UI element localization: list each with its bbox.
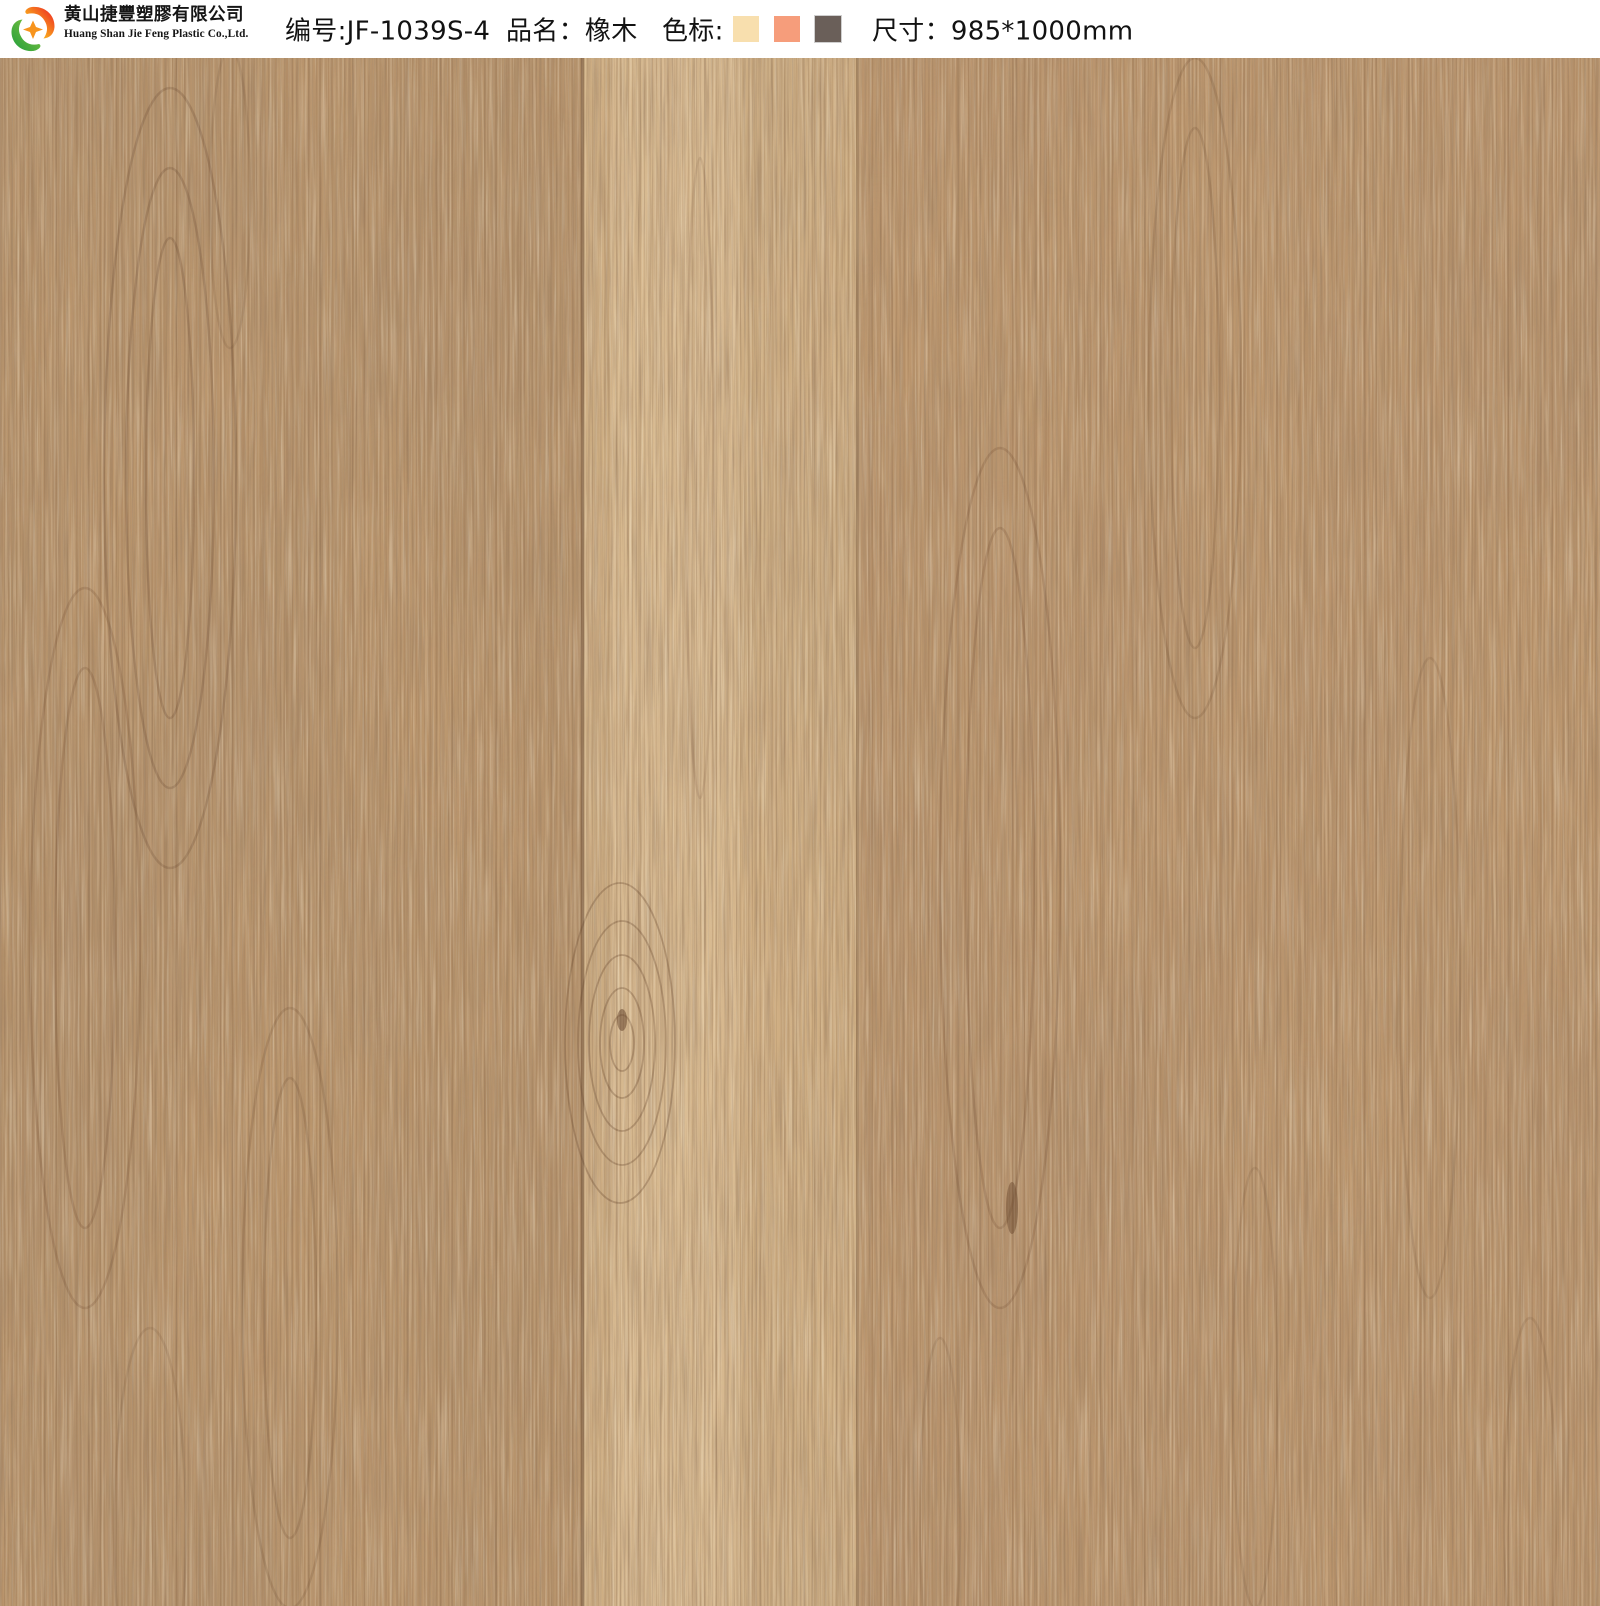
wood-sample-image [0, 58, 1600, 1606]
swatch-salmon [774, 16, 800, 42]
swatch-dark-taupe [815, 16, 841, 42]
product-name-label: 品名： [506, 17, 585, 47]
company-logo-icon [8, 4, 58, 54]
product-name-value: 橡木 [585, 17, 638, 47]
product-size: 尺寸：985*1000mm [872, 11, 1133, 48]
swatch-light-cream [733, 16, 759, 42]
company-name-en: Huang Shan Jie Feng Plastic Co.,Ltd. [64, 29, 254, 40]
product-header: 黄山捷豐塑膠有限公司 Huang Shan Jie Feng Plastic C… [0, 0, 1600, 58]
product-code: 编号:JF-1039S-4 [285, 11, 490, 48]
color-swatches [733, 16, 841, 42]
product-code-value: JF-1039S-4 [347, 17, 491, 47]
product-size-label: 尺寸： [872, 17, 951, 47]
color-standard-label: 色标: [662, 11, 724, 48]
company-name-block: 黄山捷豐塑膠有限公司 Huang Shan Jie Feng Plastic C… [64, 7, 254, 40]
product-name: 品名：橡木 [506, 11, 638, 48]
product-size-value: 985*1000mm [951, 17, 1133, 47]
company-name-zh: 黄山捷豐塑膠有限公司 [64, 7, 254, 25]
product-code-label: 编号: [285, 17, 347, 47]
wood-texture [0, 58, 1600, 1606]
